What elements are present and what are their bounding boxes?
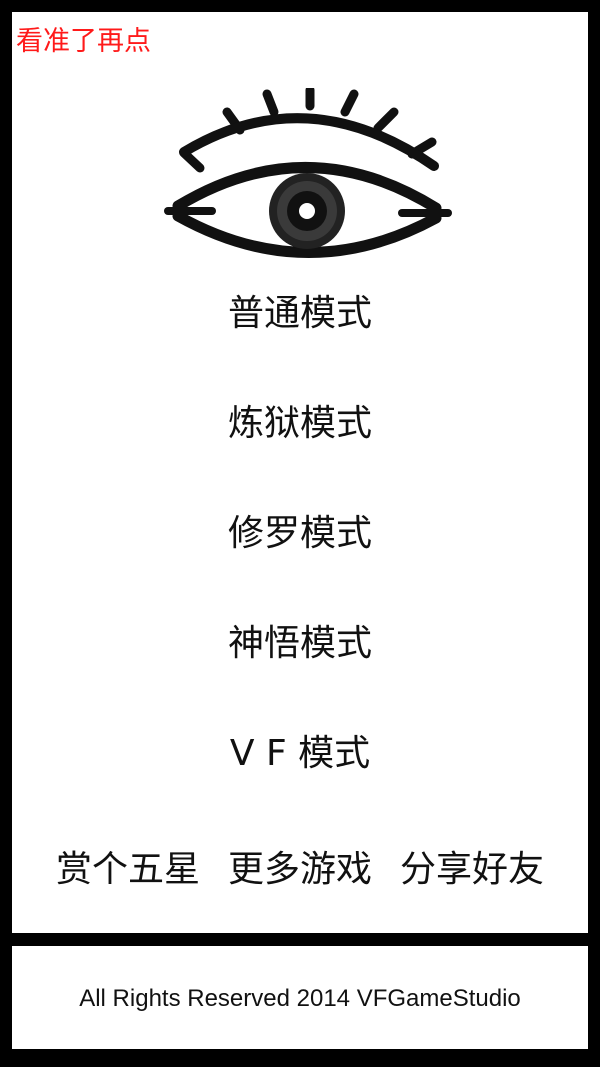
footer: All Rights Reserved 2014 VFGameStudio	[12, 946, 588, 1049]
copyright-text: All Rights Reserved 2014 VFGameStudio	[79, 985, 521, 1012]
mode-purgatory-button[interactable]: 炼狱模式	[12, 402, 588, 446]
eye-icon	[164, 88, 452, 258]
bottom-links: 赏个五星 更多游戏 分享好友	[12, 848, 588, 892]
mode-normal-button[interactable]: 普通模式	[12, 292, 588, 336]
mode-enlightened-button[interactable]: 神悟模式	[12, 622, 588, 666]
share-friends-button[interactable]: 分享好友	[400, 848, 544, 892]
mode-vf-button[interactable]: V F 模式	[12, 732, 588, 776]
more-games-button[interactable]: 更多游戏	[228, 848, 372, 892]
app-title: 看准了再点	[16, 26, 151, 57]
game-menu-screen: 看准了再点 普通模式 炼狱模式 修罗模式 神悟模式 V F 模式 赏个五星 更多…	[12, 12, 588, 933]
mode-asura-button[interactable]: 修罗模式	[12, 512, 588, 556]
rate-five-stars-button[interactable]: 赏个五星	[56, 848, 200, 892]
